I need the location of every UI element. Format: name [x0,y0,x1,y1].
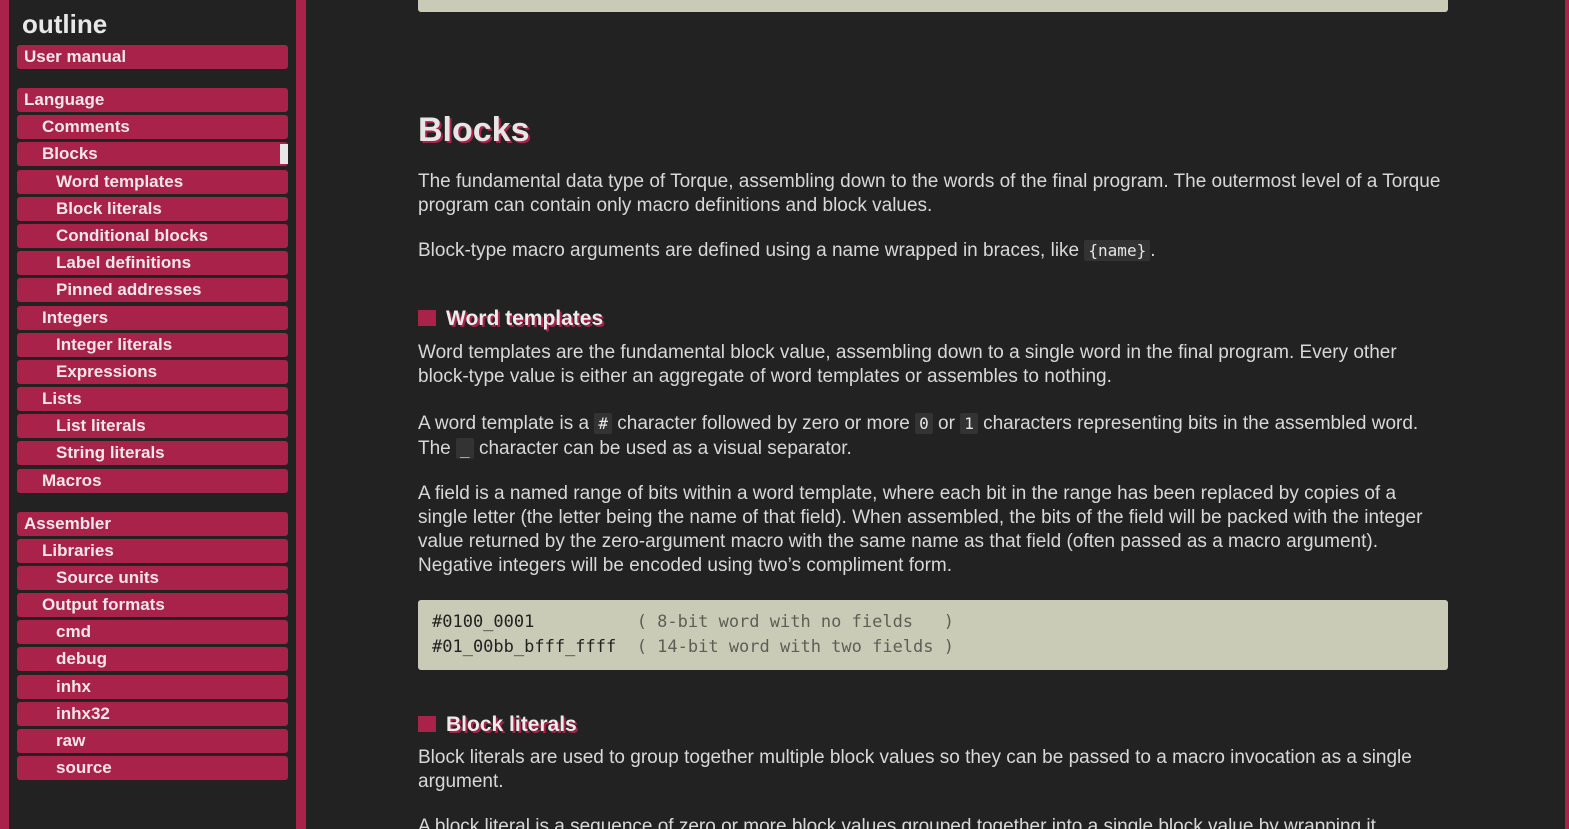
sidebar-item-label-definitions[interactable]: Label definitions [17,251,288,275]
inline-code-one: 1 [960,413,978,434]
sidebar-item-output-formats[interactable]: Output formats [17,593,288,617]
code-text: #01_00bb_bfff_ffff [432,637,637,657]
sidebar-item-debug[interactable]: debug [17,647,288,671]
inline-code-hash: # [594,413,613,434]
sidebar-item-cmd[interactable]: cmd [17,620,288,644]
wt-p2-c: or [932,413,961,434]
heading-block-literals[interactable]: Block literals [418,712,577,738]
sidebar-item-label: Word templates [56,172,184,191]
sidebar-item-expressions[interactable]: Expressions [17,360,288,384]
word-templates-paragraph-1: Word templates are the fundamental block… [418,342,1397,387]
sidebar-item-macros[interactable]: Macros [17,469,288,493]
sidebar-item-label: Output formats [42,595,165,614]
active-indicator [280,144,288,164]
sidebar-item-label: cmd [56,622,91,641]
sidebar-item-inhx32[interactable]: inhx32 [17,702,288,726]
sidebar-item-conditional-blocks[interactable]: Conditional blocks [17,224,288,248]
outline-title: outline [22,9,108,39]
sidebar-item-libraries[interactable]: Libraries [17,539,288,563]
block-literals-paragraph-1: Block literals are used to group togethe… [418,747,1412,792]
sidebar-item-label: Integers [42,308,109,327]
word-templates-paragraph-3: A field is a named range of bits within … [418,483,1423,576]
code-block-word-templates: #0100_0001 ( 8-bit word with no fields )… [418,600,1448,670]
wt-p2-e: character can be used as a visual separa… [473,438,852,459]
sidebar-item-label: Conditional blocks [56,226,209,245]
code-text: #0100_0001 [432,612,637,632]
intro-paragraph-2: Block-type macro arguments are defined u… [418,239,1448,263]
sidebar-item-label: String literals [56,443,165,462]
page-title: Blocks [418,111,530,149]
intro-text-a: Block-type macro arguments are defined u… [418,240,1085,261]
sidebar-item-raw[interactable]: raw [17,729,288,753]
word-templates-paragraph-2: A word template is a # character followe… [418,411,1448,461]
sidebar-item-comments[interactable]: Comments [17,115,288,139]
heading-block-literals-label: Block literals [446,713,577,736]
sidebar-item-label: Block literals [56,199,162,218]
block-literals-paragraph-2: A block literal is a sequence of zero or… [418,816,1376,829]
sidebar-item-label: Assembler [24,514,111,533]
sidebar-item-label: debug [56,649,107,668]
sidebar-item-blocks[interactable]: Blocks [17,142,288,166]
sidebar: outline User manual Language Comments Block… [0,0,306,829]
wt-p2-a: A word template is a [418,413,595,434]
inline-code-underscore: _ [456,438,474,459]
sidebar-item-list-literals[interactable]: List literals [17,414,288,438]
sidebar-item-label: Language [24,90,105,109]
heading-square-icon [418,716,436,732]
sidebar-item-integer-literals[interactable]: Integer literals [17,333,288,357]
sidebar-item-label: Expressions [56,362,158,381]
sidebar-item-label: inhx [56,677,91,696]
sidebar-item-label: User manual [24,47,127,66]
wt-p2-b: character followed by zero or more [612,413,916,434]
sidebar-item-source[interactable]: source [17,756,288,780]
sidebar-item-label: Source units [56,568,159,587]
sidebar-item-integers[interactable]: Integers [17,306,288,330]
sidebar-item-label: Blocks [42,144,98,163]
inline-code-zero: 0 [915,413,933,434]
sidebar-item-label: Macros [42,471,102,490]
code-comment: ( 14-bit word with two fields ) [636,637,954,657]
sidebar-item-lists[interactable]: Lists [17,387,288,411]
sidebar-item-block-literals[interactable]: Block literals [17,197,288,221]
sidebar-item-label: Integer literals [56,335,173,354]
main-content: Blocks The fundamental data type of Torq… [306,0,1569,829]
sidebar-item-label: inhx32 [56,704,110,723]
code-line: #0100_0001 ( 8-bit word with no fields ) [432,610,1434,635]
code-block-previous [418,0,1448,12]
heading-word-templates-label: Word templates [446,307,604,330]
inline-code-name: {name} [1084,240,1151,261]
heading-word-templates[interactable]: Word templates [418,306,603,332]
sidebar-item-label: raw [56,731,86,750]
sidebar-item-label: List literals [56,416,146,435]
sidebar-item-user-manual[interactable]: User manual [17,45,288,69]
sidebar-item-inhx[interactable]: inhx [17,675,288,699]
app-window: outline User manual Language Comments Block… [0,0,1569,829]
heading-square-icon [418,310,436,326]
sidebar-item-string-literals[interactable]: String literals [17,441,288,465]
sidebar-item-label: Comments [42,117,130,136]
intro-text-b: . [1150,240,1156,261]
code-line: #01_00bb_bfff_ffff ( 14-bit word with tw… [432,635,1434,660]
sidebar-item-label: Label definitions [56,253,192,272]
intro-paragraph-1: The fundamental data type of Torque, ass… [418,171,1441,216]
sidebar-item-language[interactable]: Language [17,88,288,112]
code-comment: ( 8-bit word with no fields ) [636,612,954,632]
sidebar-item-source-units[interactable]: Source units [17,566,288,590]
sidebar-item-word-templates[interactable]: Word templates [17,170,288,194]
sidebar-item-label: source [56,758,112,777]
sidebar-item-assembler[interactable]: Assembler [17,512,288,536]
sidebar-item-pinned-addresses[interactable]: Pinned addresses [17,278,288,302]
scrollbar[interactable] [1565,0,1569,829]
sidebar-item-label: Lists [42,389,82,408]
sidebar-item-label: Pinned addresses [56,280,202,299]
sidebar-item-label: Libraries [42,541,114,560]
